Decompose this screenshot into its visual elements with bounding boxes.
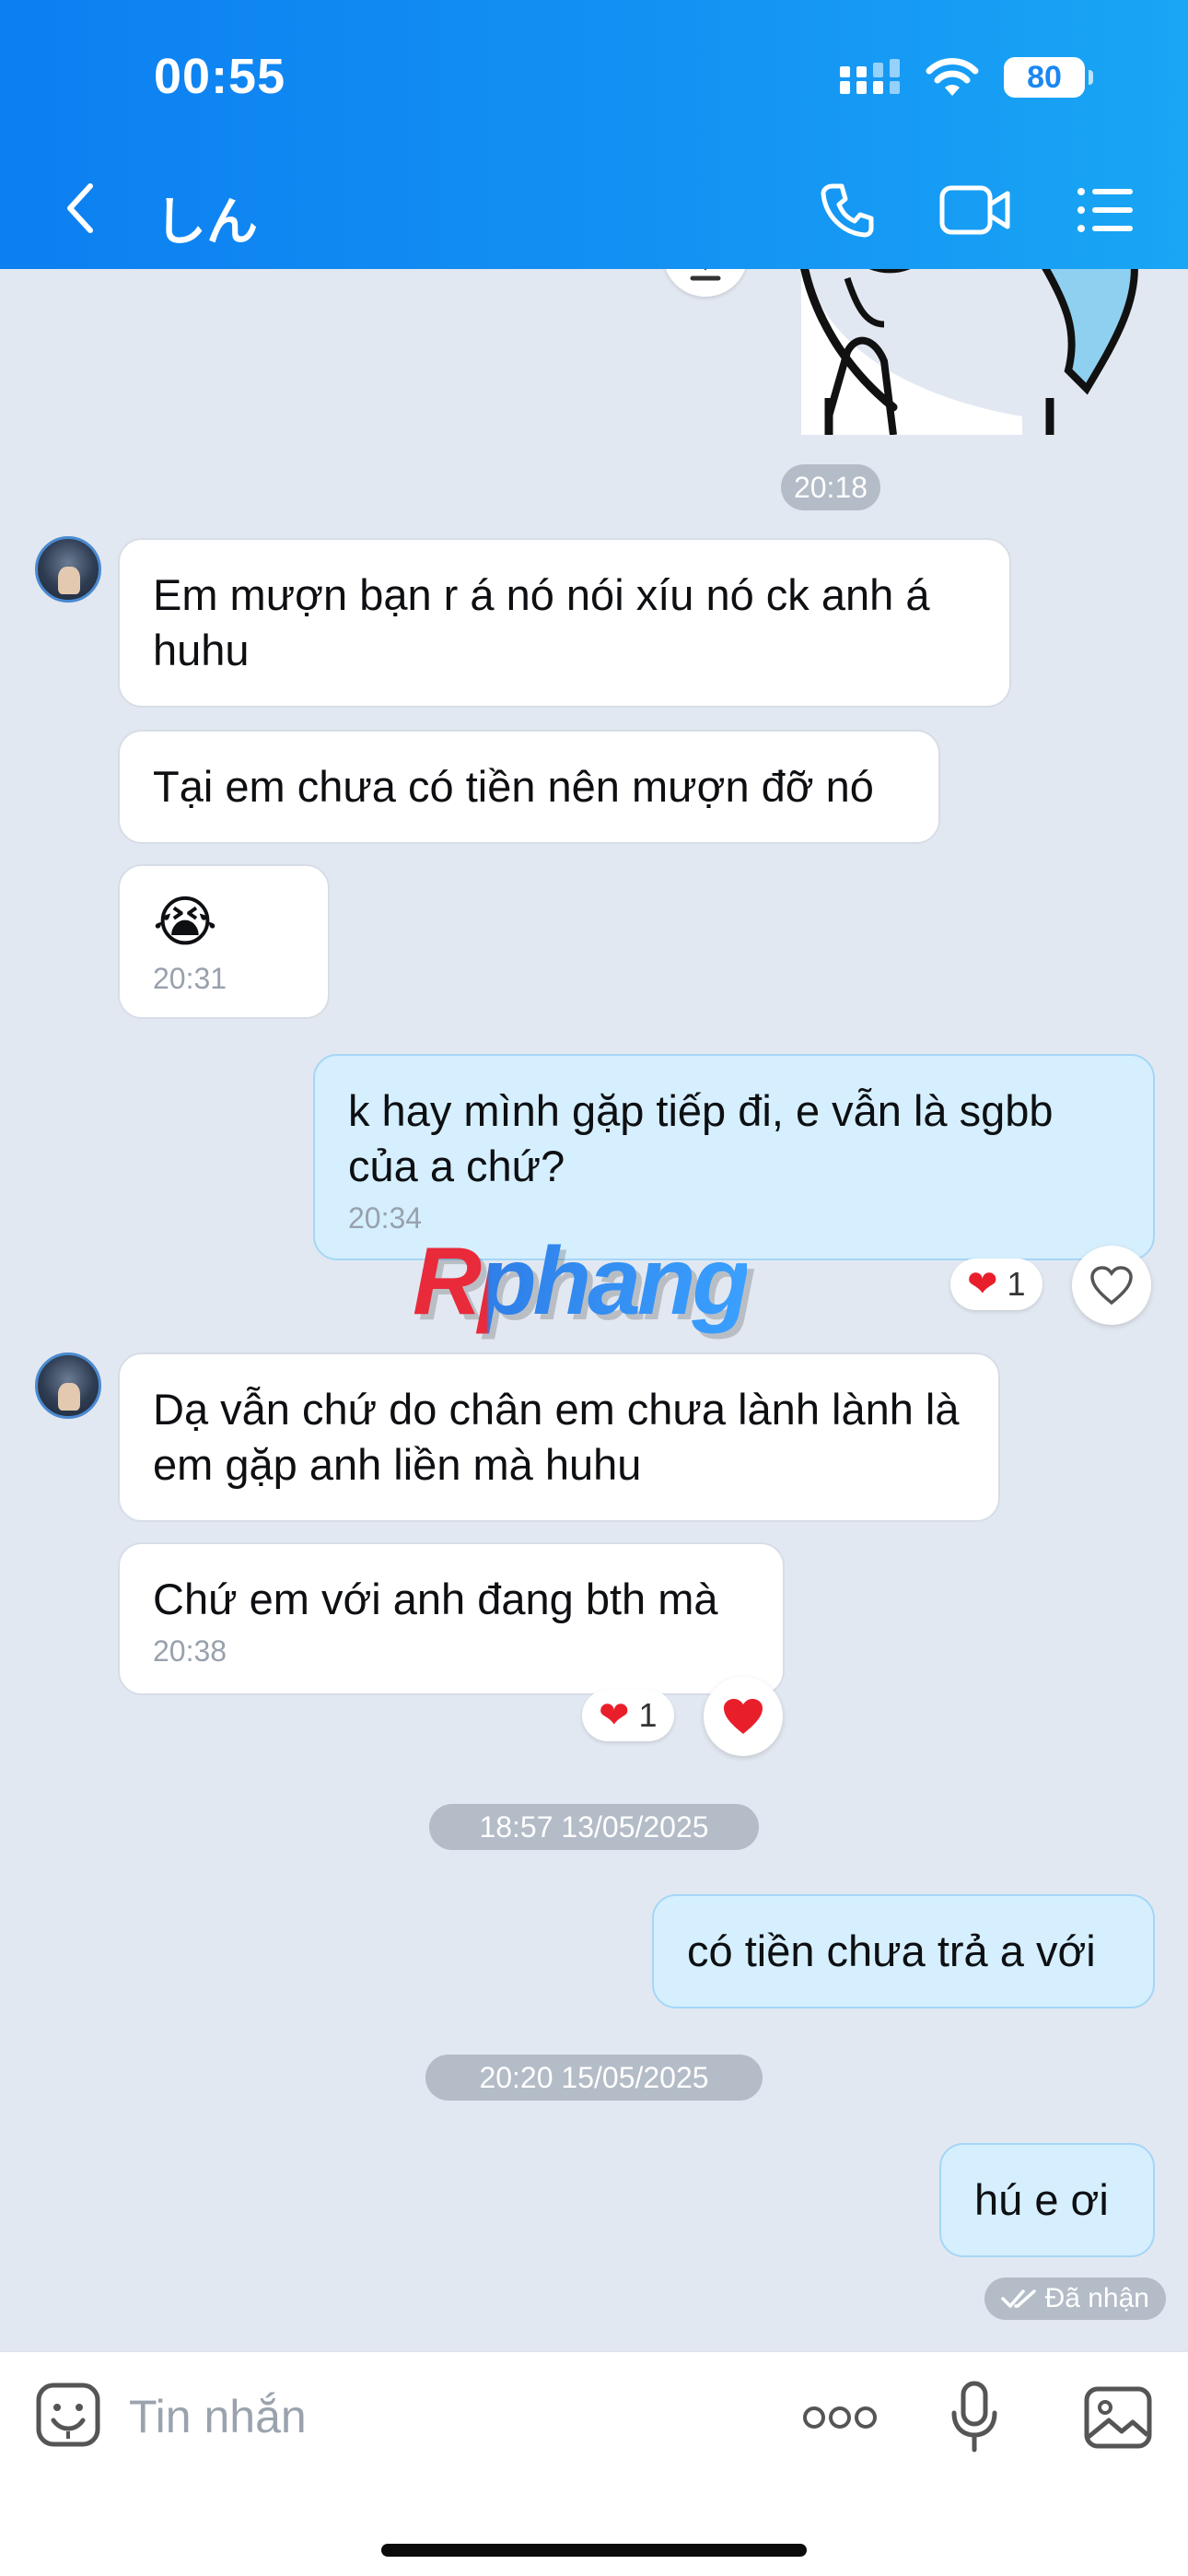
reaction-number: 1	[638, 1696, 658, 1734]
incoming-message[interactable]: Tại em chưa có tiền nên mượn đỡ nó	[118, 730, 940, 844]
outgoing-message[interactable]: hú e ơi	[939, 2143, 1155, 2257]
message-composer	[0, 2351, 1188, 2576]
message-text: có tiền chưa trả a với	[687, 1926, 1096, 1975]
battery-indicator: 80	[1004, 57, 1093, 98]
message-time: 20:31	[153, 962, 227, 995]
double-check-icon	[1000, 2289, 1036, 2308]
heart-filled-icon	[724, 1699, 763, 1734]
microphone-icon[interactable]	[949, 2380, 1000, 2453]
watermark-logo: Rphang	[413, 1228, 751, 1335]
delivery-status: Đã nhận	[984, 2277, 1166, 2320]
video-call-icon[interactable]	[939, 182, 1011, 238]
sticker-image[interactable]	[792, 269, 1160, 435]
date-divider: 18:57 13/05/2025	[429, 1804, 759, 1850]
date-divider: 20:20 15/05/2025	[425, 2055, 763, 2101]
message-text: Dạ vẫn chứ do chân em chưa lành lành là …	[153, 1385, 960, 1489]
heart-icon: ❤	[967, 1264, 998, 1305]
message-text: Em mượn bạn r á nó nói xíu nó ck anh á h…	[153, 570, 930, 674]
incoming-message[interactable]: Dạ vẫn chứ do chân em chưa lành lành là …	[118, 1352, 1000, 1522]
reaction-count[interactable]: ❤ 1	[950, 1259, 1042, 1310]
reaction-count[interactable]: ❤ 1	[582, 1690, 674, 1741]
chat-header: 00:55 80 しん	[0, 0, 1188, 269]
time-pill: 20:18	[781, 464, 880, 510]
delivery-status-label: Đã nhận	[1044, 2283, 1149, 2313]
phone-icon[interactable]	[818, 181, 877, 240]
message-text: k hay mình gặp tiếp đi, e vẫn là sgbb củ…	[348, 1086, 1054, 1190]
home-indicator[interactable]	[381, 2544, 807, 2557]
message-time: 20:38	[153, 1634, 227, 1668]
react-button[interactable]	[1072, 1246, 1151, 1325]
incoming-message[interactable]: Chứ em với anh đang bth mà 20:38	[118, 1542, 785, 1695]
crying-emoji: 😭	[153, 891, 218, 953]
image-gallery-icon[interactable]	[1083, 2385, 1153, 2450]
avatar[interactable]	[35, 1352, 101, 1419]
sticker-emoji-icon[interactable]	[35, 2382, 101, 2448]
signal-icon	[840, 59, 900, 94]
incoming-message[interactable]: 😭 20:31	[118, 864, 330, 1019]
message-text: hú e ơi	[974, 2175, 1109, 2224]
incoming-message[interactable]: Em mượn bạn r á nó nói xíu nó ck anh á h…	[118, 538, 1011, 708]
download-icon[interactable]	[663, 269, 748, 297]
contact-name[interactable]: しん	[155, 181, 258, 255]
menu-list-icon[interactable]	[1076, 184, 1135, 236]
back-icon[interactable]	[61, 181, 98, 236]
react-button[interactable]	[704, 1677, 783, 1756]
heart-icon: ❤	[599, 1695, 630, 1736]
message-input[interactable]	[129, 2380, 755, 2453]
more-options-icon[interactable]	[801, 2385, 879, 2450]
status-icons: 80	[840, 57, 1093, 98]
reaction-number: 1	[1007, 1265, 1026, 1303]
avatar[interactable]	[35, 536, 101, 603]
outgoing-message[interactable]: có tiền chưa trả a với	[652, 1894, 1155, 2008]
message-text: Chứ em với anh đang bth mà	[153, 1575, 718, 1623]
status-time: 00:55	[154, 49, 286, 104]
heart-outline-icon	[1090, 1266, 1133, 1306]
message-text: Tại em chưa có tiền nên mượn đỡ nó	[153, 762, 874, 811]
message-list[interactable]: 20:18 Em mượn bạn r á nó nói xíu nó ck a…	[0, 269, 1188, 2351]
wifi-icon	[926, 58, 979, 96]
